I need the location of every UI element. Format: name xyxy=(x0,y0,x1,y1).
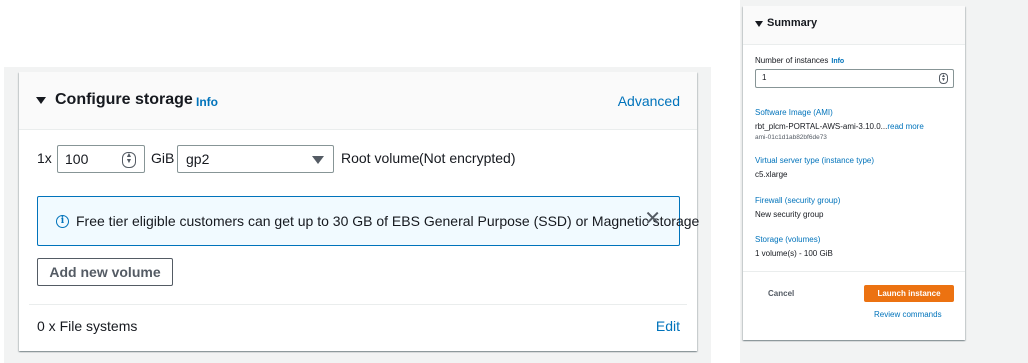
summary-header: Summary xyxy=(743,6,965,45)
launch-instance-button[interactable]: Launch instance xyxy=(864,285,954,302)
root-volume-label: Root volume xyxy=(341,150,420,166)
configure-storage-card: Configure storage Info Advanced 1x 100 ▲… xyxy=(19,72,699,351)
storage-volumes-link[interactable]: Storage (volumes) xyxy=(755,235,820,244)
cancel-button[interactable]: Cancel xyxy=(768,289,794,298)
stepper-icon[interactable]: ▲ ▼ xyxy=(122,152,136,168)
storage-info-link[interactable]: Info xyxy=(196,95,218,109)
review-commands-link[interactable]: Review commands xyxy=(874,310,942,319)
volume-size-input[interactable]: 100 ▲ ▼ xyxy=(57,145,145,173)
summary-divider xyxy=(743,271,965,272)
storage-card-header: Configure storage Info Advanced xyxy=(19,72,697,130)
summary-card: Summary Number of instances Info 1 ▲ ▼ Sof… xyxy=(743,6,965,340)
instance-type-link[interactable]: Virtual server type (instance type) xyxy=(755,156,874,165)
ami-name: rbt_plcm-PORTAL-AWS-ami-3.10.0...read mo… xyxy=(755,122,924,131)
volume-count-prefix: 1x xyxy=(37,150,52,166)
file-systems-label: 0 x File systems xyxy=(37,318,138,334)
flash-message-text: Free tier eligible customers can get up … xyxy=(76,213,700,229)
caret-down-icon[interactable] xyxy=(755,21,763,27)
divider xyxy=(29,304,687,305)
chevron-down-icon[interactable] xyxy=(312,156,324,164)
summary-title[interactable]: Summary xyxy=(767,17,817,29)
storage-title[interactable]: Configure storage xyxy=(55,91,193,109)
info-circle-icon: i xyxy=(56,215,69,228)
close-icon[interactable]: ✕ xyxy=(644,209,661,229)
advanced-link[interactable]: Advanced xyxy=(618,93,680,109)
volume-type-select[interactable]: gp2 xyxy=(177,145,334,173)
ami-name-text: rbt_plcm-PORTAL-AWS-ami-3.10.0... xyxy=(755,122,888,131)
instances-input[interactable]: 1 ▲ ▼ xyxy=(755,69,954,88)
volume-size-value[interactable]: 100 xyxy=(65,151,88,167)
firewall-link[interactable]: Firewall (security group) xyxy=(755,196,840,205)
instance-type-value: c5.xlarge xyxy=(755,170,788,179)
instances-label: Number of instances Info xyxy=(755,56,844,65)
storage-volumes-value: 1 volume(s) - 100 GiB xyxy=(755,249,833,258)
edit-file-systems-link[interactable]: Edit xyxy=(656,318,680,334)
free-tier-flash-message: i Free tier eligible customers can get u… xyxy=(37,196,699,246)
instances-label-text: Number of instances xyxy=(755,56,829,65)
instances-info-link[interactable]: Info xyxy=(831,58,844,65)
add-new-volume-button[interactable]: Add new volume xyxy=(37,258,173,286)
ami-link[interactable]: Software Image (AMI) xyxy=(755,108,833,117)
instances-value[interactable]: 1 xyxy=(762,73,766,82)
volume-type-value[interactable]: gp2 xyxy=(186,151,209,167)
firewall-value: New security group xyxy=(755,210,824,219)
ami-id: ami-01c1d1ab82bf6de73 xyxy=(755,134,827,141)
stepper-icon[interactable]: ▲ ▼ xyxy=(939,73,948,84)
read-more-link[interactable]: read more xyxy=(887,122,923,131)
volume-unit-label: GiB xyxy=(151,150,175,166)
encryption-status: (Not encrypted) xyxy=(419,150,516,166)
caret-down-icon[interactable] xyxy=(36,97,46,104)
